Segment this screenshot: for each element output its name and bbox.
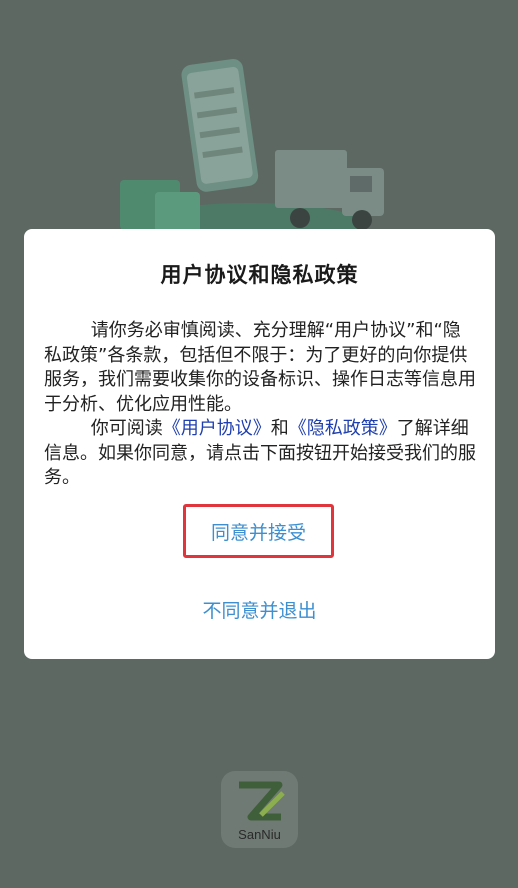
paragraph-2-prefix: 你可阅读 xyxy=(90,418,163,439)
paragraph-2-and: 和 xyxy=(270,418,289,439)
app-logo-mark-icon xyxy=(239,781,285,821)
dialog-paragraph-1: 请你务必审慎阅读、充分理解“用户协议”和“隐私政策”各条款，包括但不限于：为了更… xyxy=(44,320,476,415)
privacy-policy-link[interactable]: 《隐私政策》 xyxy=(289,418,397,439)
agree-button[interactable]: 同意并接受 xyxy=(211,518,306,545)
dialog-title: 用户协议和隐私政策 xyxy=(160,263,359,287)
background-illustration xyxy=(120,58,384,240)
app-logo-text: SanNiu xyxy=(238,827,281,842)
agree-button-highlight: 同意并接受 xyxy=(183,504,334,558)
privacy-dialog: 用户协议和隐私政策 请你务必审慎阅读、充分理解“用户协议”和“隐私政策”各条款，… xyxy=(24,229,495,659)
disagree-button[interactable]: 不同意并退出 xyxy=(24,596,495,623)
dialog-body: 请你务必审慎阅读、充分理解“用户协议”和“隐私政策”各条款，包括但不限于：为了更… xyxy=(44,319,476,491)
user-agreement-link[interactable]: 《用户协议》 xyxy=(163,418,271,439)
dialog-paragraph-2: 你可阅读《用户协议》和《隐私政策》了解详细信息。如果你同意，请点击下面按钮开始接… xyxy=(44,417,476,491)
app-logo: SanNiu xyxy=(221,771,298,848)
